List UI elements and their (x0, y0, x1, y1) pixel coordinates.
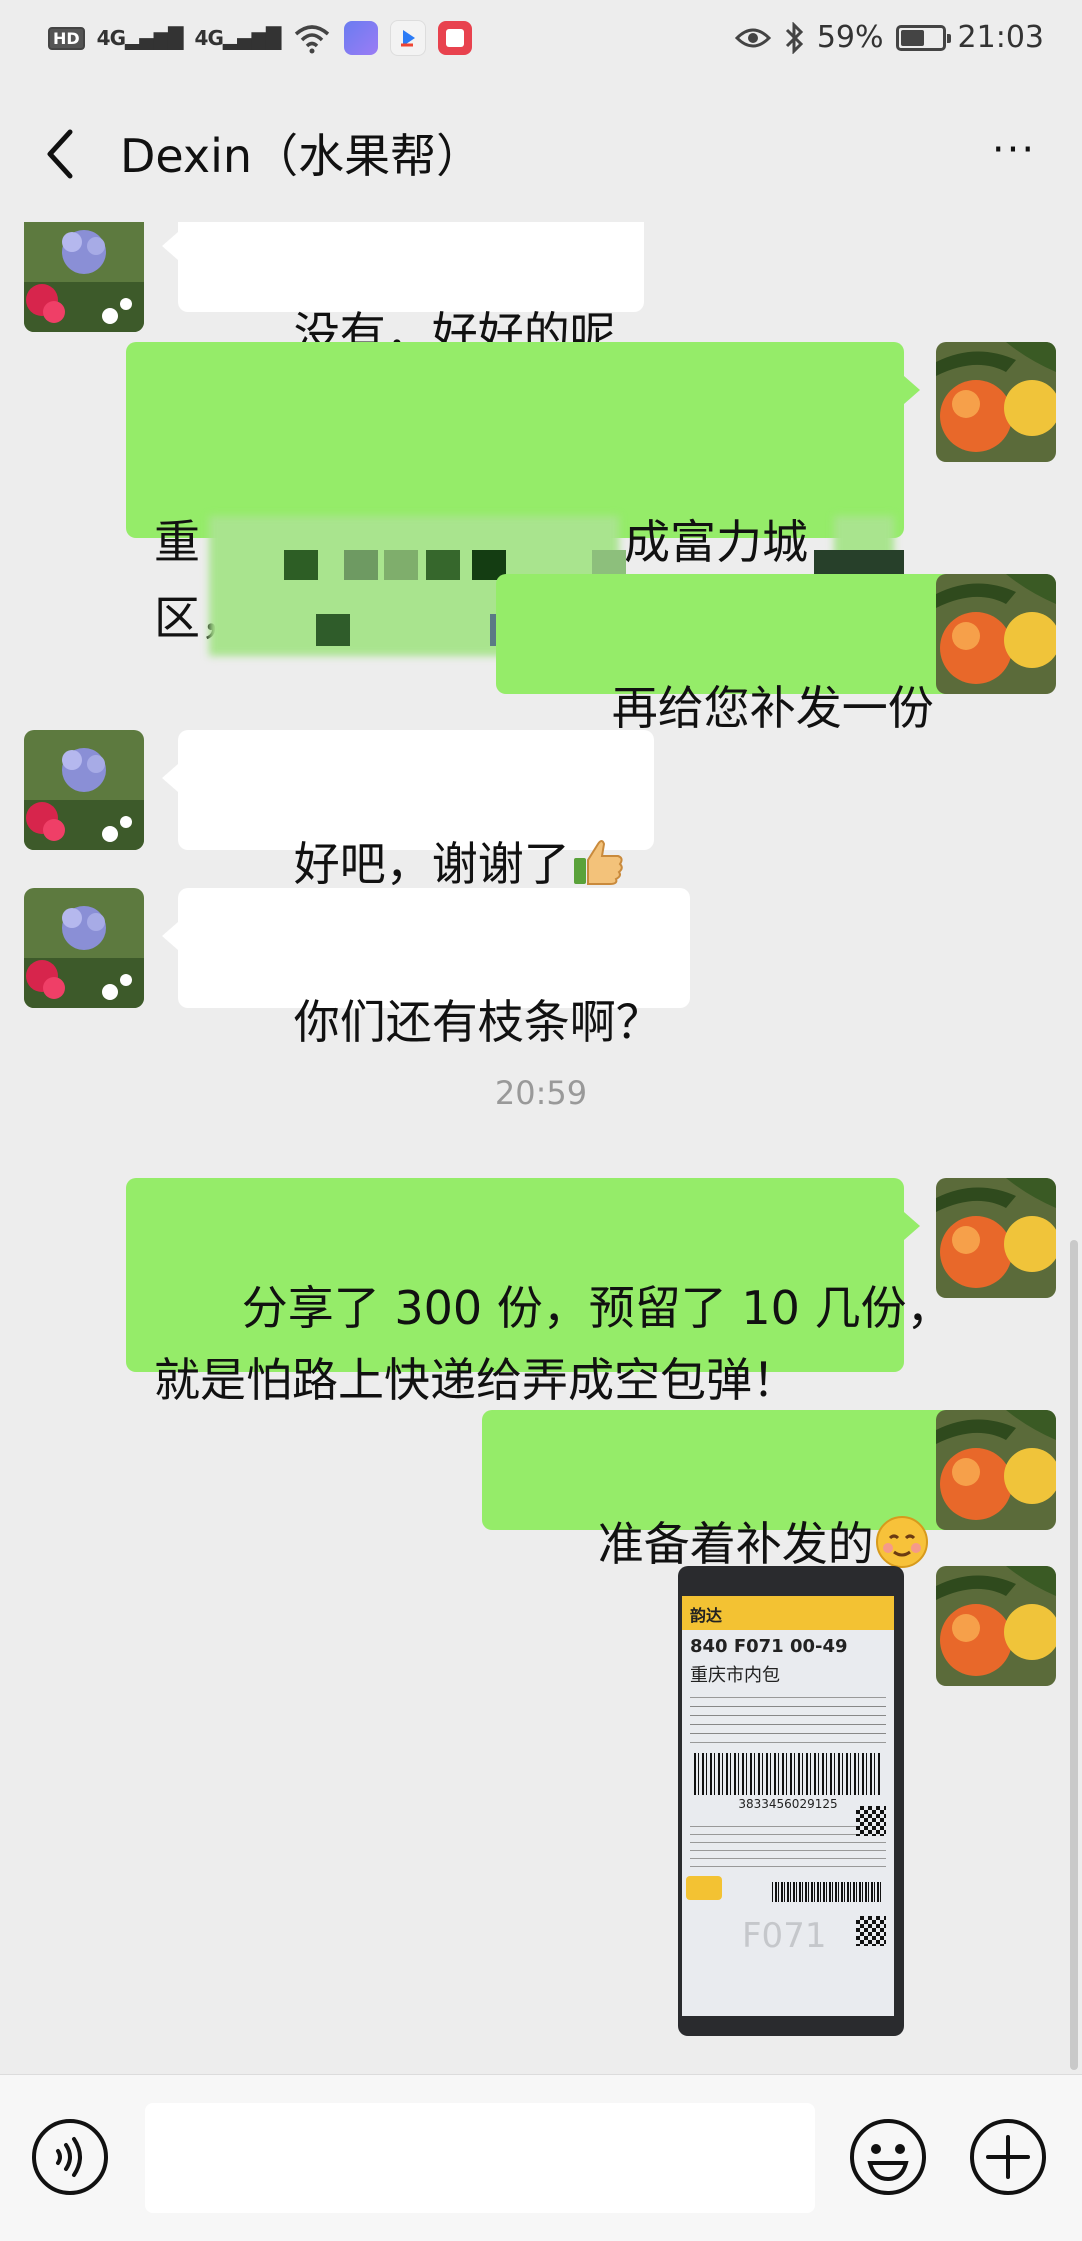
battery-icon (895, 24, 951, 51)
label-header: 韵达 (682, 1596, 894, 1630)
image-message[interactable]: 韵达 840 F071 00-49 重庆市内包 3833456029125 F0… (678, 1566, 904, 2036)
avatar[interactable] (24, 730, 144, 850)
sort-code: 840 F071 00-49 (690, 1636, 848, 1657)
qr-code (856, 1916, 886, 1946)
red-app-icon (438, 21, 473, 55)
message-bubble-outgoing[interactable]: 分享了 300 份，预留了 10 几份， 就是怕路上快递给弄成空包弹！ (126, 1178, 953, 1407)
battery-fill (900, 29, 925, 46)
address-lines (690, 1697, 886, 1743)
redaction-mosaic (344, 550, 378, 580)
signal-icon: 4G▂▄▆█ (194, 26, 282, 50)
video-app-icon (390, 20, 427, 56)
chevron-left-icon (47, 129, 73, 179)
more-icon: ··· (991, 127, 1037, 173)
avatar[interactable] (936, 574, 1056, 694)
emoji-icon (850, 2119, 926, 2195)
avatar[interactable] (936, 1410, 1056, 1530)
clock: 21:03 (957, 20, 1044, 55)
message-input[interactable] (145, 2103, 815, 2213)
input-bar (0, 2074, 1082, 2241)
message-text: 再给您补发一份 (611, 681, 934, 735)
message-bubble-incoming[interactable]: 没有，好好的呢 (162, 222, 644, 361)
plus-button[interactable] (968, 2117, 1048, 2197)
message-bubble-outgoing[interactable]: 重 成富力城 区，先 (126, 342, 920, 656)
message-text: 重 (154, 515, 200, 569)
avatar[interactable] (936, 1178, 1056, 1298)
avatar[interactable] (936, 1566, 1056, 1686)
voice-icon (32, 2119, 108, 2195)
status-right: 59% 21:03 (734, 20, 1044, 55)
redaction-mosaic (316, 614, 350, 646)
eye-icon (734, 28, 771, 47)
back-button[interactable] (38, 124, 88, 184)
message-bubble-incoming[interactable]: 好吧，谢谢了 (162, 730, 654, 891)
voice-button[interactable] (30, 2117, 110, 2197)
destination: 重庆市内包 (690, 1665, 780, 1686)
label-watermark: F071 (742, 1916, 827, 1956)
chat-title: Dexin（水果帮） (120, 129, 483, 183)
scrollbar[interactable] (1070, 1240, 1078, 2070)
status-left: HD 4G▂▄▆█ 4G▂▄▆█ (48, 20, 473, 56)
barcode (694, 1753, 882, 1795)
plus-icon (970, 2119, 1046, 2195)
battery-percent: 59% (816, 20, 884, 55)
message-text: 好吧，谢谢了 (293, 837, 570, 891)
message-text: 成富力城 (624, 515, 808, 569)
barcode-small (772, 1882, 882, 1902)
signal-label: 4G (96, 26, 126, 50)
chat-area[interactable]: 没有，好好的呢 重 成富力城 区，先 (0, 222, 1082, 2074)
signal-label: 4G (194, 26, 224, 50)
smiling-face-icon (875, 1516, 928, 1568)
message-bubble-incoming[interactable]: 你们还有枝条啊？ (162, 888, 690, 1049)
message-text: 分享了 300 份，预留了 10 几份， 就是怕路上快递给弄成空包弹！ (154, 1281, 953, 1407)
bluetooth-icon (785, 21, 803, 54)
app-notification-icon (344, 21, 379, 55)
thumbs-up-icon (573, 840, 623, 885)
wifi-icon (295, 25, 330, 54)
more-button[interactable]: ··· (984, 130, 1044, 170)
redaction-mosaic (284, 550, 318, 580)
timestamp: 20:59 (494, 1074, 588, 1112)
message-text: 你们还有枝条啊？ (293, 995, 662, 1049)
avatar[interactable] (936, 342, 1056, 462)
carrier-name: 韵达 (690, 1606, 723, 1625)
qr-code (856, 1806, 886, 1836)
emoji-button[interactable] (848, 2117, 928, 2197)
shipping-label: 韵达 840 F071 00-49 重庆市内包 3833456029125 F0… (682, 1596, 894, 2016)
label-logo (686, 1876, 722, 1900)
avatar[interactable] (24, 222, 144, 332)
hd-badge: HD (48, 26, 85, 50)
redaction-mosaic (384, 550, 418, 580)
message-bubble-outgoing[interactable]: 再给您补发一份 (496, 574, 978, 735)
status-bar: HD 4G▂▄▆█ 4G▂▄▆█ 59% 21:03 (0, 0, 1082, 80)
chat-header: Dexin（水果帮） ··· (0, 100, 1082, 210)
message-bubble-outgoing[interactable]: 准备着补发的 (482, 1410, 974, 1571)
message-text: 准备着补发的 (597, 1517, 874, 1571)
avatar[interactable] (24, 888, 144, 1008)
redaction-mosaic (426, 550, 460, 580)
signal-icon: 4G▂▄▆█ (96, 26, 184, 50)
